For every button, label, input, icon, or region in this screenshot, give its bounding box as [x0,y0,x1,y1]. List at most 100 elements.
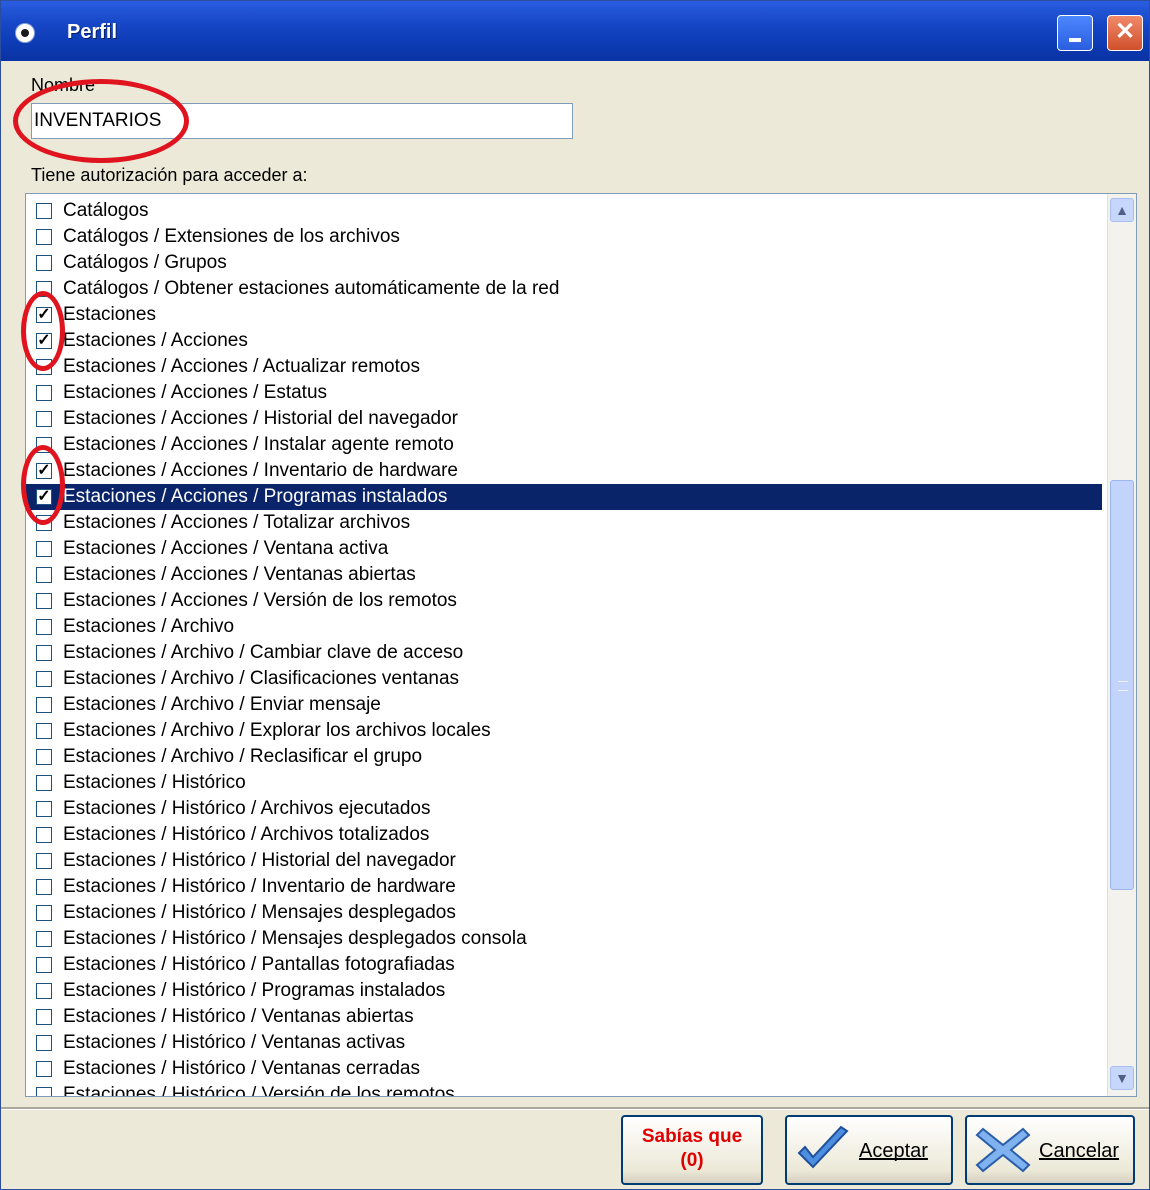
permission-item[interactable]: Estaciones / Histórico / Inventario de h… [26,874,1106,900]
permission-item[interactable]: Estaciones / Acciones / Estatus [26,380,1106,406]
checkbox-icon[interactable] [36,411,52,427]
checkbox-icon[interactable] [36,671,52,687]
aceptar-button[interactable]: Aceptar [785,1115,953,1185]
permission-item[interactable]: Estaciones / Archivo / Cambiar clave de … [26,640,1106,666]
permission-item[interactable]: Estaciones / Histórico / Pantallas fotog… [26,952,1106,978]
permission-item[interactable]: Estaciones / Histórico / Programas insta… [26,978,1106,1004]
checkbox-icon[interactable] [36,541,52,557]
grip-icon [1118,681,1128,691]
permission-item[interactable]: ✓ Estaciones / Acciones [26,328,1106,354]
checkbox-icon[interactable] [36,515,52,531]
permission-item[interactable]: Estaciones / Histórico [26,770,1106,796]
permission-label: Estaciones / Histórico / Inventario de h… [63,876,456,897]
permission-item[interactable]: Estaciones / Histórico / Versión de los … [26,1082,1106,1096]
checkbox-icon[interactable] [36,567,52,583]
checkbox-icon[interactable] [36,1009,52,1025]
name-input[interactable]: INVENTARIOS [31,103,573,139]
permission-item[interactable]: Estaciones / Acciones / Instalar agente … [26,432,1106,458]
permissions-list[interactable]: Catálogos Catálogos / Extensiones de los … [25,193,1137,1097]
permission-item[interactable]: Estaciones / Histórico / Historial del n… [26,848,1106,874]
checkbox-icon[interactable] [36,619,52,635]
permission-item[interactable]: Estaciones / Histórico / Ventanas abiert… [26,1004,1106,1030]
checkbox-icon[interactable] [36,879,52,895]
permission-item[interactable]: Estaciones / Histórico / Ventanas activa… [26,1030,1106,1056]
checkbox-icon[interactable] [36,853,52,869]
permission-label: Estaciones / Acciones / Ventana activa [63,538,389,559]
checkbox-icon[interactable] [36,593,52,609]
permission-item[interactable]: Estaciones / Acciones / Historial del na… [26,406,1106,432]
checkbox-icon[interactable] [36,1087,52,1096]
checkbox-icon[interactable] [36,697,52,713]
checkbox-checked-icon[interactable]: ✓ [36,333,52,349]
permission-item[interactable]: Catálogos [26,198,1106,224]
permission-item[interactable]: ✓ Estaciones / Acciones / Inventario de h… [26,458,1106,484]
checkbox-icon[interactable] [36,645,52,661]
checkmark-icon [797,1125,849,1169]
permission-item[interactable]: ✓ Estaciones [26,302,1106,328]
scroll-down-icon[interactable]: ▼ [1110,1066,1134,1090]
checkbox-icon[interactable] [36,905,52,921]
checkbox-checked-icon[interactable]: ✓ [36,489,52,505]
sabias-que-button[interactable]: Sabías que (0) [621,1115,763,1185]
permission-item[interactable]: Catálogos / Grupos [26,250,1106,276]
checkbox-icon[interactable] [36,983,52,999]
aceptar-label: Aceptar [859,1140,928,1162]
permission-item[interactable]: Estaciones / Histórico / Mensajes desple… [26,900,1106,926]
checkbox-icon[interactable] [36,827,52,843]
checkbox-icon[interactable] [36,723,52,739]
permission-item[interactable]: Estaciones / Acciones / Ventanas abierta… [26,562,1106,588]
permission-item[interactable]: Estaciones / Archivo [26,614,1106,640]
permission-item[interactable]: Estaciones / Archivo / Explorar los arch… [26,718,1106,744]
checkbox-icon[interactable] [36,359,52,375]
permission-item[interactable]: Estaciones / Histórico / Archivos ejecut… [26,796,1106,822]
cross-icon [975,1127,1031,1173]
checkbox-icon[interactable] [36,957,52,973]
title-bar[interactable]: Perfil ✕ [1,1,1149,61]
sabias-que-count: (0) [680,1150,704,1171]
scroll-up-icon[interactable]: ▲ [1110,198,1134,222]
permission-item[interactable]: Estaciones / Acciones / Versión de los r… [26,588,1106,614]
permission-label: Estaciones / Archivo / Enviar mensaje [63,694,381,715]
checkbox-icon[interactable] [36,1061,52,1077]
vertical-scrollbar[interactable]: ▲ ▼ [1107,194,1136,1096]
checkbox-icon[interactable] [36,749,52,765]
permission-item[interactable]: Estaciones / Archivo / Clasificaciones v… [26,666,1106,692]
permission-item[interactable]: Estaciones / Histórico / Mensajes desple… [26,926,1106,952]
permission-item[interactable]: Estaciones / Archivo / Enviar mensaje [26,692,1106,718]
permission-label: Estaciones / Acciones / Historial del na… [63,408,458,429]
checkbox-icon[interactable] [36,281,52,297]
permission-item[interactable]: Estaciones / Acciones / Actualizar remot… [26,354,1106,380]
permission-label: Catálogos / Grupos [63,252,227,273]
permission-label: Estaciones / Acciones [63,330,248,351]
close-button[interactable]: ✕ [1107,15,1143,51]
checkbox-icon[interactable] [36,229,52,245]
checkbox-icon[interactable] [36,775,52,791]
perfil-dialog: Perfil ✕ Nombre INVENTARIOS Tiene autori… [0,0,1150,1190]
checkbox-icon[interactable] [36,203,52,219]
checkbox-icon[interactable] [36,255,52,271]
checkbox-icon[interactable] [36,931,52,947]
name-label: Nombre [31,75,96,95]
permission-label: Catálogos / Extensiones de los archivos [63,226,400,247]
permission-item[interactable]: Estaciones / Acciones / Totalizar archiv… [26,510,1106,536]
permission-item[interactable]: Estaciones / Archivo / Reclasificar el g… [26,744,1106,770]
permission-item[interactable]: Estaciones / Histórico / Archivos totali… [26,822,1106,848]
minimize-button[interactable] [1057,15,1093,51]
checkbox-icon[interactable] [36,437,52,453]
permission-item[interactable]: Estaciones / Acciones / Ventana activa [26,536,1106,562]
permission-item[interactable]: Estaciones / Histórico / Ventanas cerrad… [26,1056,1106,1082]
checkbox-icon[interactable] [36,1035,52,1051]
cancelar-button[interactable]: Cancelar [965,1115,1135,1185]
permission-item[interactable]: Catálogos / Extensiones de los archivos [26,224,1106,250]
checkbox-checked-icon[interactable]: ✓ [36,463,52,479]
checkbox-checked-icon[interactable]: ✓ [36,307,52,323]
scroll-thumb[interactable] [1110,480,1134,890]
permission-label: Estaciones / Histórico / Mensajes desple… [63,928,527,949]
permissions-label: Tiene autorización para acceder a: [31,165,308,185]
permission-item[interactable]: Catálogos / Obtener estaciones automátic… [26,276,1106,302]
divider [1,1107,1149,1110]
permission-label: Estaciones / Archivo [63,616,235,637]
checkbox-icon[interactable] [36,801,52,817]
checkbox-icon[interactable] [36,385,52,401]
permission-item[interactable]: ✓ Estaciones / Acciones / Programas insta… [26,484,1102,510]
